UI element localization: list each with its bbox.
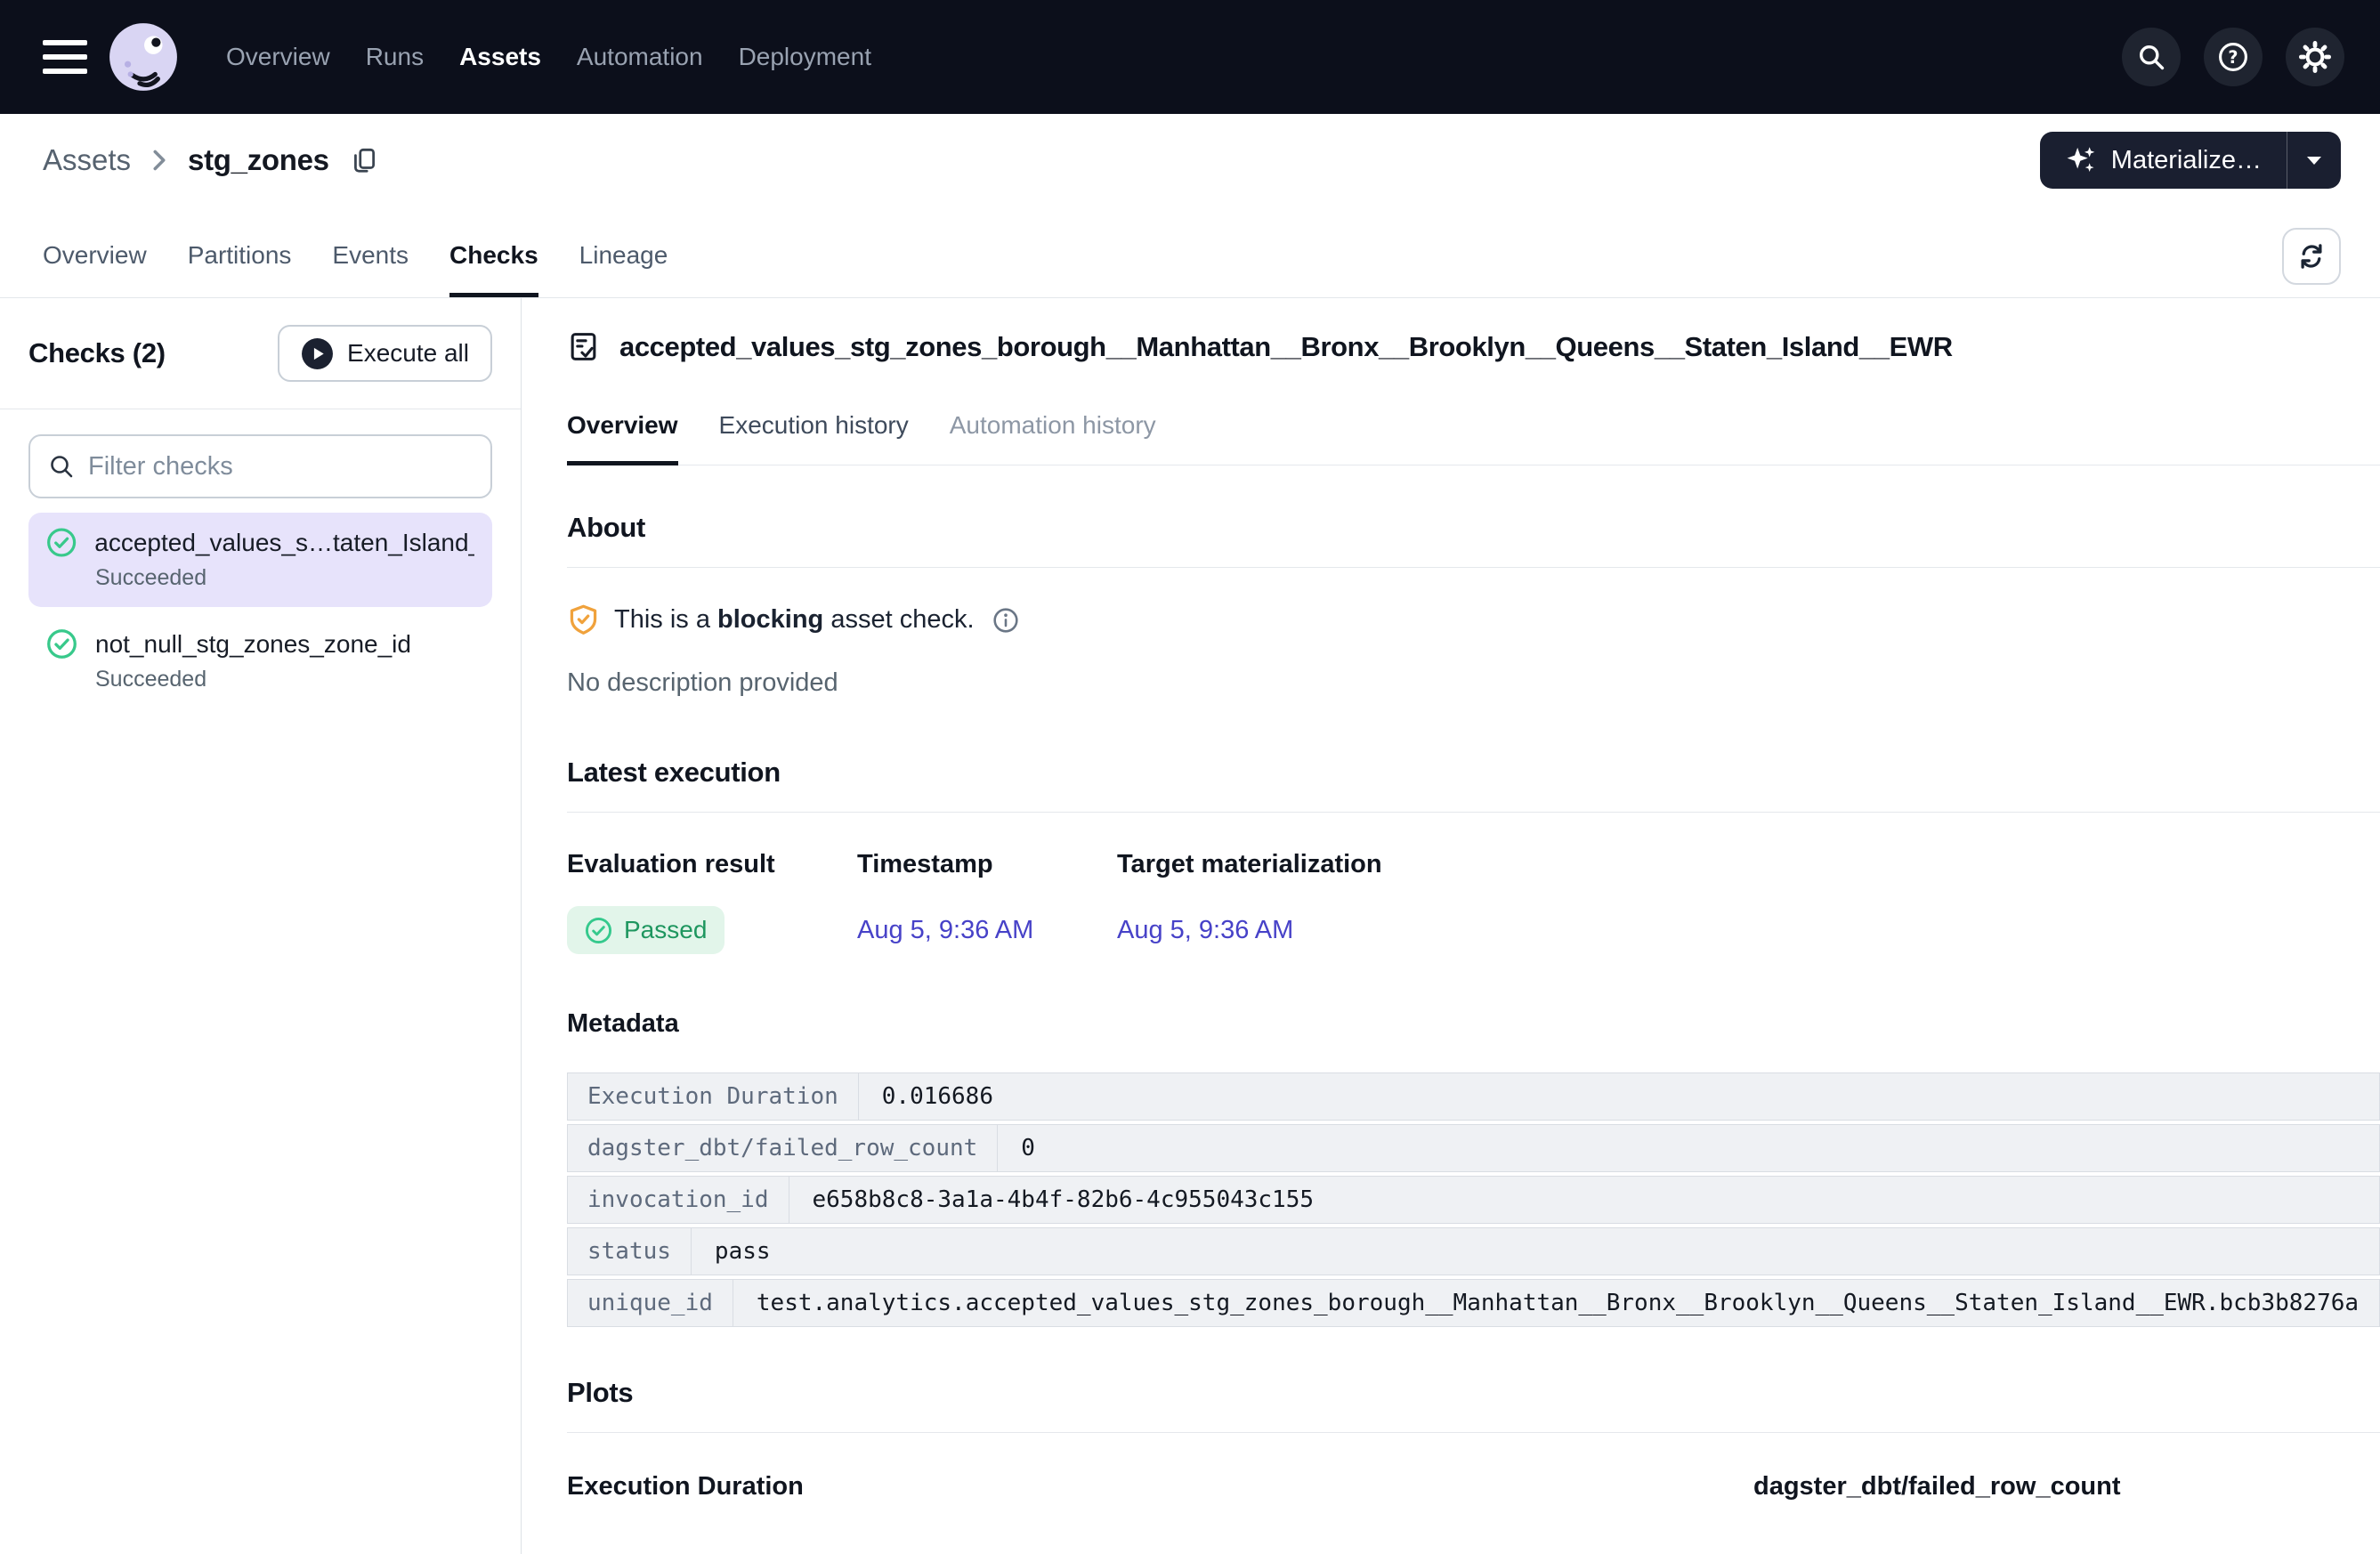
caret-down-icon xyxy=(2306,156,2322,166)
page-title: stg_zones xyxy=(188,143,329,177)
check-circle-icon xyxy=(585,917,612,944)
breadcrumb-assets-link[interactable]: Assets xyxy=(43,143,131,177)
search-icon xyxy=(48,453,75,480)
metadata-value: 0 xyxy=(998,1124,2380,1172)
metadata-value: test.analytics.accepted_values_stg_zones… xyxy=(733,1279,2380,1327)
filter-checks-searchbox xyxy=(28,434,492,498)
table-row: Execution Duration 0.016686 xyxy=(567,1072,2380,1121)
check-name: accepted_values_s…taten_Island_ xyxy=(94,529,474,557)
check-name: not_null_stg_zones_zone_id xyxy=(95,630,411,659)
latest-execution-heading: Latest execution xyxy=(567,757,2380,789)
refresh-icon xyxy=(2296,241,2327,271)
top-navigation-bar: Overview Runs Assets Automation Deployme… xyxy=(0,0,2380,114)
help-icon: ? xyxy=(2217,41,2249,73)
info-icon[interactable] xyxy=(992,607,1019,634)
check-detail-title: accepted_values_stg_zones_borough__Manha… xyxy=(619,331,1953,363)
section-divider xyxy=(567,812,2380,813)
check-detail-panel: accepted_values_stg_zones_borough__Manha… xyxy=(522,298,2380,1554)
blocking-check-text: This is a blocking asset check. xyxy=(614,605,975,635)
svg-text:?: ? xyxy=(2228,47,2238,68)
materialize-dropdown-button[interactable] xyxy=(2287,132,2341,189)
metadata-key: unique_id xyxy=(567,1279,733,1327)
chart-title: Execution Duration xyxy=(567,1472,1753,1501)
refresh-button[interactable] xyxy=(2282,228,2341,285)
table-row: unique_id test.analytics.accepted_values… xyxy=(567,1279,2380,1327)
tab-lineage[interactable]: Lineage xyxy=(579,241,668,297)
table-row: invocation_id e658b8c8-3a1a-4b4f-82b6-4c… xyxy=(567,1176,2380,1224)
check-circle-icon xyxy=(46,628,77,660)
metadata-key: invocation_id xyxy=(567,1176,789,1224)
tab-check-overview[interactable]: Overview xyxy=(567,411,678,465)
asset-tabs-bar: Overview Partitions Events Checks Lineag… xyxy=(0,206,2380,298)
sparkle-icon xyxy=(2065,144,2097,176)
metadata-key: Execution Duration xyxy=(567,1072,859,1121)
col-evaluation-result: Evaluation result xyxy=(567,850,857,879)
nav-assets[interactable]: Assets xyxy=(459,43,541,71)
section-divider xyxy=(567,1432,2380,1433)
metadata-value: e658b8c8-3a1a-4b4f-82b6-4c955043c155 xyxy=(789,1176,2380,1224)
execution-duration-chart: Execution Duration 0.0174 xyxy=(567,1472,1753,1554)
chevron-right-icon xyxy=(150,149,168,172)
table-row: status pass xyxy=(567,1227,2380,1275)
materialize-label: Materialize… xyxy=(2111,146,2262,175)
execute-all-button[interactable]: Execute all xyxy=(278,325,492,382)
chart-title: dagster_dbt/failed_row_count xyxy=(1753,1472,2380,1501)
timestamp-link[interactable]: Aug 5, 9:36 AM xyxy=(857,916,1033,945)
section-divider xyxy=(567,567,2380,568)
col-target-materialization: Target materialization xyxy=(1117,850,2380,879)
materialize-button[interactable]: Materialize… xyxy=(2040,132,2287,189)
nav-deployment[interactable]: Deployment xyxy=(739,43,871,71)
checks-sidebar: Checks (2) Execute all xyxy=(0,298,522,1554)
no-description-text: No description provided xyxy=(567,668,2380,698)
table-row: dagster_dbt/failed_row_count 0 xyxy=(567,1124,2380,1172)
check-status: Succeeded xyxy=(95,667,474,692)
breadcrumb: Assets stg_zones Materialize… xyxy=(0,114,2380,206)
search-button[interactable] xyxy=(2122,28,2181,86)
plots-heading: Plots xyxy=(567,1377,2380,1409)
asset-check-icon xyxy=(567,330,600,363)
tab-events[interactable]: Events xyxy=(332,241,409,297)
col-timestamp: Timestamp xyxy=(857,850,1117,879)
copy-icon[interactable] xyxy=(349,145,379,175)
passed-status-badge: Passed xyxy=(567,906,725,954)
failed-row-count-chart: dagster_dbt/failed_row_count 1.0 0.6 xyxy=(1753,1472,2380,1554)
tab-automation-history[interactable]: Automation history xyxy=(950,411,1156,465)
tab-overview[interactable]: Overview xyxy=(43,241,147,297)
nav-overview[interactable]: Overview xyxy=(226,43,330,71)
check-list-item[interactable]: accepted_values_s…taten_Island_ Succeede… xyxy=(28,513,492,607)
check-detail-tabs: Overview Execution history Automation hi… xyxy=(567,411,2380,465)
filter-checks-input[interactable] xyxy=(88,452,473,482)
shield-check-icon xyxy=(567,603,600,636)
checks-count-heading: Checks (2) xyxy=(28,337,166,369)
metadata-key: dagster_dbt/failed_row_count xyxy=(567,1124,998,1172)
nav-runs[interactable]: Runs xyxy=(366,43,424,71)
settings-button[interactable] xyxy=(2286,28,2344,86)
about-heading: About xyxy=(567,512,2380,544)
metadata-value: pass xyxy=(692,1227,2380,1275)
top-nav-links: Overview Runs Assets Automation Deployme… xyxy=(226,43,871,71)
gear-icon xyxy=(2299,41,2331,73)
metadata-value: 0.016686 xyxy=(859,1072,2380,1121)
dagster-logo[interactable] xyxy=(107,20,180,93)
search-icon xyxy=(2136,42,2166,72)
materialize-split-button: Materialize… xyxy=(2040,132,2341,189)
tab-partitions[interactable]: Partitions xyxy=(188,241,292,297)
target-materialization-link[interactable]: Aug 5, 9:36 AM xyxy=(1117,916,1293,945)
hamburger-menu-icon[interactable] xyxy=(43,40,87,74)
tab-checks[interactable]: Checks xyxy=(449,241,538,297)
metadata-heading: Metadata xyxy=(567,1009,2380,1039)
tab-execution-history[interactable]: Execution history xyxy=(719,411,909,465)
metadata-table: Execution Duration 0.016686 dagster_dbt/… xyxy=(567,1072,2380,1327)
check-circle-icon xyxy=(46,527,77,558)
play-circle-icon xyxy=(301,337,334,370)
nav-automation[interactable]: Automation xyxy=(577,43,703,71)
metadata-key: status xyxy=(567,1227,692,1275)
check-list-item[interactable]: not_null_stg_zones_zone_id Succeeded xyxy=(28,614,492,708)
help-button[interactable]: ? xyxy=(2204,28,2263,86)
check-status: Succeeded xyxy=(95,565,474,591)
